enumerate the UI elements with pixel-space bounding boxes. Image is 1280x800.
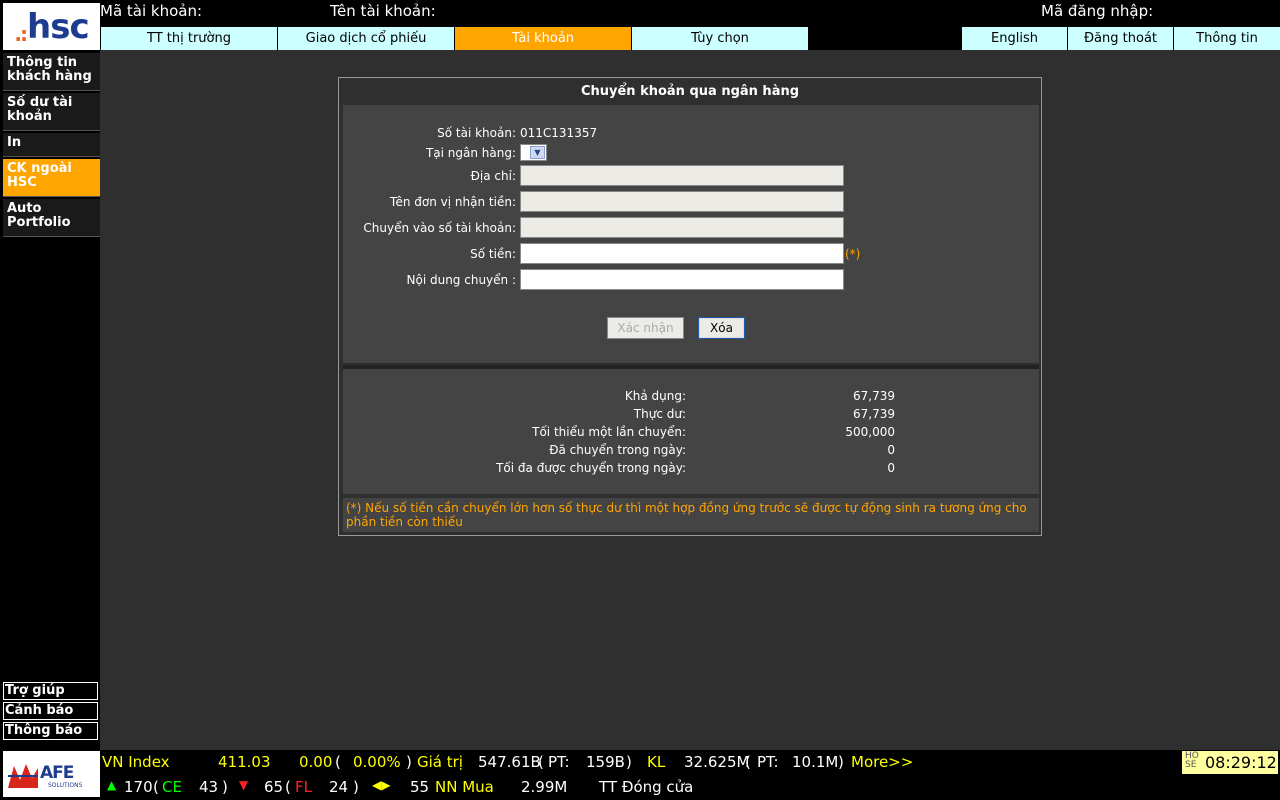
tab-logout[interactable]: Đăng thoát — [1067, 27, 1173, 50]
afe-logo-text: AFE — [40, 763, 74, 783]
available-label: Khả dụng: — [624, 389, 686, 403]
paren-close: ) — [406, 753, 412, 771]
sidebar: Thông tin khách hàng Số dư tài khoản In … — [3, 53, 100, 681]
bank-select[interactable]: ▼ — [520, 144, 547, 161]
account-number-label: Số tài khoản: — [437, 126, 516, 140]
paren-open-3: ( — [745, 753, 751, 771]
logo-text: hsc — [27, 6, 90, 47]
receiver-field[interactable] — [520, 191, 844, 212]
sidebar-notifications[interactable]: Thông báo — [3, 722, 98, 740]
transferred-today-value: 0 — [887, 443, 895, 457]
index-change-pct: 0.00% — [353, 753, 401, 771]
account-name-label: Tên tài khoản: — [330, 2, 436, 20]
clock-time: 08:29:12 — [1205, 753, 1277, 772]
floor-count: 24 — [329, 778, 349, 796]
transferred-today-label: Đã chuyển trong ngày: — [549, 443, 686, 457]
actual-balance-label: Thực dư: — [633, 407, 686, 421]
paren-close-2: ) — [626, 753, 632, 771]
app-root: .: hsc Mã tài khoản: Tên tài khoản: Mã đ… — [0, 0, 1280, 800]
sidebar-item-auto-portfolio[interactable]: Auto Portfolio — [3, 199, 100, 237]
footnote: (*) Nếu số tiền cần chuyển lớn hơn số th… — [343, 498, 1039, 532]
actual-balance-value: 67,739 — [853, 407, 895, 421]
confirm-button[interactable]: Xác nhận — [607, 317, 684, 339]
receiver-label: Tên đơn vị nhận tiền: — [389, 195, 516, 209]
bank-transfer-panel: Chuyển khoản qua ngân hàng Số tài khoản:… — [338, 77, 1042, 536]
up-count: 170 — [124, 778, 153, 796]
volume: 32.625M — [684, 753, 750, 771]
paren-open-2: ( — [538, 753, 544, 771]
ceiling-count: 43 — [199, 778, 219, 796]
volume-label: KL — [647, 753, 666, 771]
tab-info[interactable]: Thông tin — [1173, 27, 1280, 50]
tab-market-info[interactable]: TT thị trường — [100, 27, 277, 50]
volume-pt-label: PT: — [757, 753, 779, 771]
sidebar-item-print[interactable]: In — [3, 133, 100, 157]
sidebar-alerts[interactable]: Cảnh báo — [3, 702, 98, 720]
balance-info: Khả dụng: 67,739 Thực dư: 67,739 Tối thi… — [343, 369, 1039, 494]
value-pt-label: PT: — [548, 753, 570, 771]
clear-button[interactable]: Xóa — [698, 317, 745, 339]
to-account-label: Chuyển vào số tài khoản: — [363, 221, 516, 235]
login-id-label: Mã đăng nhập: — [1041, 2, 1154, 20]
amount-label: Số tiền: — [470, 247, 516, 261]
chevron-down-icon: ▼ — [530, 146, 545, 159]
afe-flag-icon — [6, 760, 40, 790]
min-transfer-label: Tối thiểu một lần chuyển: — [532, 425, 686, 439]
value-amount: 547.61B — [478, 753, 541, 771]
unchanged-icon: ◀▶ — [372, 778, 391, 792]
sidebar-help[interactable]: Trợ giúp — [3, 682, 98, 700]
hsc-logo: .: hsc — [3, 3, 100, 50]
index-change: 0.00 — [299, 753, 333, 771]
required-marker: (*) — [845, 247, 861, 261]
max-transfer-value: 0 — [887, 461, 895, 475]
exchange-badge: HO SE — [1185, 751, 1199, 770]
more-link[interactable]: More>> — [851, 753, 913, 771]
afe-logo: AFE SOLUTIONS — [3, 751, 100, 797]
volume-pt: 10.1M — [792, 753, 839, 771]
panel-title: Chuyển khoản qua ngân hàng — [580, 84, 800, 99]
down-arrow-icon: ▼ — [239, 778, 249, 792]
tab-stock-trading[interactable]: Giao dịch cổ phiếu — [277, 27, 454, 50]
available-value: 67,739 — [853, 389, 895, 403]
paren-close-4: ) — [222, 778, 228, 796]
up-arrow-icon: ▲ — [107, 778, 117, 792]
paren-open: ( — [335, 753, 341, 771]
min-transfer-value: 500,000 — [845, 425, 895, 439]
foreign-buy-value: 2.99M — [521, 778, 568, 796]
transfer-form: Số tài khoản: 011C131357 Tại ngân hàng: … — [343, 105, 1039, 363]
ceiling-label: CE — [162, 778, 182, 796]
down-count: 65 — [264, 778, 284, 796]
value-label: Giá trị — [417, 753, 463, 771]
tab-account[interactable]: Tài khoản — [454, 27, 631, 50]
index-name: VN Index — [102, 753, 170, 771]
paren-close-3: ) — [838, 753, 844, 771]
max-transfer-label: Tối đa được chuyển trong ngày: — [496, 461, 686, 475]
paren-close-5: ) — [353, 778, 359, 796]
foreign-buy-label: NN Mua — [435, 778, 494, 796]
logo-dots: .: — [14, 21, 28, 46]
bank-label: Tại ngân hàng: — [425, 146, 516, 160]
market-status: TT Đóng cửa — [599, 778, 694, 796]
account-number-label: Mã tài khoản: — [100, 2, 203, 20]
sidebar-item-transfer-outside[interactable]: CK ngoài HSC — [3, 159, 100, 197]
tab-options[interactable]: Tùy chọn — [631, 27, 808, 50]
content-field[interactable] — [520, 269, 844, 290]
tab-english[interactable]: English — [961, 27, 1067, 50]
address-label: Địa chỉ: — [470, 169, 516, 183]
account-number-value: 011C131357 — [520, 126, 598, 140]
amount-field[interactable] — [520, 243, 844, 264]
market-clock: HO SE 08:29:12 — [1182, 751, 1278, 774]
paren-open-4: ( — [153, 778, 159, 796]
afe-logo-sub: SOLUTIONS — [48, 782, 83, 789]
index-value: 411.03 — [218, 753, 271, 771]
paren-open-5: ( — [285, 778, 291, 796]
content-label: Nội dung chuyển : — [406, 273, 516, 287]
to-account-field[interactable] — [520, 217, 844, 238]
sidebar-item-balance[interactable]: Số dư tài khoản — [3, 93, 100, 131]
value-pt: 159B — [586, 753, 625, 771]
sidebar-item-customer-info[interactable]: Thông tin khách hàng — [3, 53, 100, 91]
floor-label: FL — [295, 778, 312, 796]
unchanged-count: 55 — [410, 778, 430, 796]
address-field[interactable] — [520, 165, 844, 186]
